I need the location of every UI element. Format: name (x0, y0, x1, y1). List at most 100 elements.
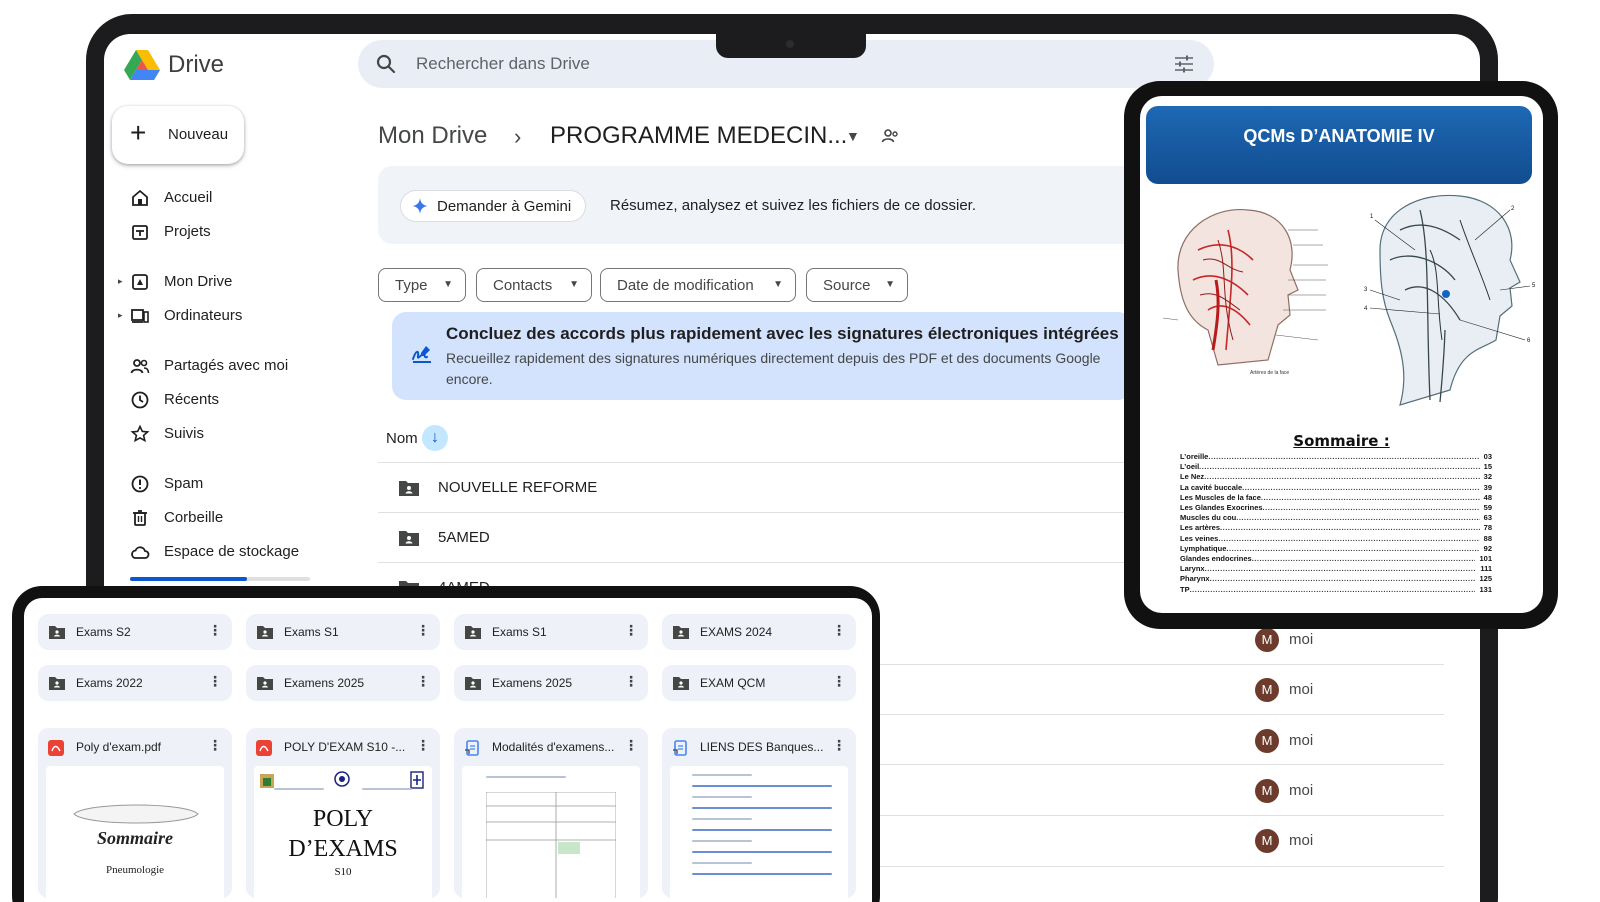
more-options-icon[interactable]: ⋮ (416, 737, 430, 754)
file-name: Modalités d'examens... (492, 740, 615, 754)
folder-name: Examens 2025 (492, 676, 573, 690)
sidebar-item-label: Récents (164, 391, 220, 408)
sort-by-name[interactable]: Nom (386, 430, 418, 447)
chevron-down-icon[interactable]: ▼ (846, 128, 860, 144)
shared-folder-icon[interactable] (880, 126, 900, 146)
toc-entry: Glandes endocrines......................… (1180, 554, 1492, 564)
folder-card[interactable]: Exams S2 ⋮ (38, 614, 232, 650)
more-options-icon[interactable]: ⋮ (208, 737, 222, 754)
toc-entry-name: Glandes endocrines (1180, 554, 1252, 564)
folder-card[interactable]: Exams 2022 ⋮ (38, 665, 232, 701)
camera-dot (786, 40, 794, 48)
folder-card[interactable]: Examens 2025 ⋮ (454, 665, 648, 701)
search-options-icon[interactable] (1172, 52, 1196, 76)
shared-folder-icon (673, 626, 689, 639)
row-divider (876, 815, 1444, 816)
file-card[interactable]: POLY D'EXAM S10 -... ⋮ POLY D’EXAMS S10 (246, 728, 440, 898)
more-options-icon[interactable]: ⋮ (208, 622, 222, 639)
row-divider (876, 664, 1444, 665)
filter-modified-date[interactable]: Date de modification ▼ (600, 268, 796, 302)
sort-direction-icon[interactable]: ↓ (422, 425, 448, 451)
file-row[interactable]: NOUVELLE REFORME (378, 462, 1138, 512)
plus-icon: + (130, 117, 147, 148)
file-card[interactable]: LIENS DES Banques... ⋮ (662, 728, 856, 898)
promo-body: Recueillez rapidement des signatures num… (446, 350, 1101, 387)
toc-entry-name: Les Muscles de la face (1180, 492, 1261, 502)
sidebar-item-computers[interactable]: ▸ Ordinateurs (118, 302, 350, 332)
figure-label: 1 (1370, 214, 1374, 220)
toc-leader-dots: ........................................… (1209, 574, 1476, 584)
toc-entry-page: 03 (1483, 452, 1492, 461)
head-veins-illustration: 1 2 3 4 5 6 (1364, 194, 1536, 406)
folder-card[interactable]: Exams S1 ⋮ (246, 614, 440, 650)
toc-leader-dots: ........................................… (1220, 523, 1480, 533)
toc-entry-page: 39 (1483, 482, 1492, 492)
new-button[interactable]: + Nouveau (112, 106, 244, 164)
toc-entry-name: Pharynx (1180, 574, 1210, 584)
more-options-icon[interactable]: ⋮ (832, 673, 846, 690)
search-input[interactable]: Rechercher dans Drive (416, 54, 590, 74)
gemini-description: Résumez, analysez et suivez les fichiers… (610, 197, 976, 214)
sidebar-item-my-drive[interactable]: ▸ Mon Drive (118, 268, 350, 298)
thumbnail-title: Sommaire (96, 828, 173, 848)
folder-name: Exams S1 (284, 625, 339, 639)
pdf-file-icon (256, 740, 272, 756)
toc-entry-page: 59 (1483, 503, 1492, 513)
more-options-icon[interactable]: ⋮ (416, 673, 430, 690)
ask-gemini-button[interactable]: Demander à Gemini (400, 190, 586, 222)
shared-folder-icon (465, 626, 481, 639)
file-card[interactable]: Poly d'exam.pdf ⋮ Sommaire Pneumologie (38, 728, 232, 898)
sidebar-item-trash[interactable]: Corbeille (120, 504, 350, 534)
expand-arrow-icon[interactable]: ▸ (118, 310, 123, 321)
toc-entry: L’oeil..................................… (1180, 462, 1492, 472)
file-card[interactable]: Modalités d'examens... ⋮ (454, 728, 648, 898)
shared-folder-icon (49, 677, 65, 690)
folder-card[interactable]: Exams S1 ⋮ (454, 614, 648, 650)
more-options-icon[interactable]: ⋮ (624, 622, 638, 639)
toc-entry-name: Le Nez (1180, 472, 1205, 482)
sidebar-item-home[interactable]: Accueil (120, 184, 350, 214)
dropdown-arrow-icon: ▼ (443, 279, 453, 290)
thumbnail-title-line: D’EXAMS (288, 836, 398, 862)
toc-entry-page: 78 (1483, 523, 1492, 533)
toc-entry: L’oreille...............................… (1180, 452, 1492, 462)
sidebar-item-starred[interactable]: Suivis (120, 420, 350, 450)
thumbnail-subtitle: Pneumologie (105, 864, 165, 876)
shared-folder-icon (399, 531, 419, 546)
sidebar-item-storage[interactable]: Espace de stockage (120, 538, 350, 568)
head-arteries-illustration: Artères de la face (1162, 208, 1328, 376)
document-title: QCMs D’ANATOMIE IV (1243, 126, 1435, 146)
more-options-icon[interactable]: ⋮ (832, 622, 846, 639)
sidebar-item-recent[interactable]: Récents (120, 386, 350, 416)
more-options-icon[interactable]: ⋮ (208, 673, 222, 690)
owner-name: moi (1289, 681, 1314, 698)
filter-contacts[interactable]: Contacts ▼ (476, 268, 592, 302)
table-of-contents: L’oreille...............................… (1180, 452, 1492, 595)
file-row[interactable]: 5AMED (378, 512, 1138, 562)
more-options-icon[interactable]: ⋮ (832, 737, 846, 754)
sidebar-item-spam[interactable]: Spam (120, 470, 350, 500)
breadcrumb-current[interactable]: PROGRAMME MEDECIN... (550, 122, 847, 150)
folder-name: Exams S1 (492, 625, 547, 639)
ask-gemini-label: Demander à Gemini (437, 198, 572, 215)
avatar: M (1255, 628, 1279, 652)
expand-arrow-icon[interactable]: ▸ (118, 276, 123, 287)
folder-card[interactable]: Examens 2025 ⋮ (246, 665, 440, 701)
table-preview (486, 792, 616, 898)
more-options-icon[interactable]: ⋮ (416, 622, 430, 639)
shared-folder-icon (257, 626, 273, 639)
folder-name: Examens 2025 (284, 676, 365, 690)
folder-card[interactable]: EXAM QCM ⋮ (662, 665, 856, 701)
filter-source[interactable]: Source ▼ (806, 268, 908, 302)
more-options-icon[interactable]: ⋮ (624, 673, 638, 690)
sidebar-item-shared[interactable]: Partagés avec moi (120, 352, 350, 382)
filter-type[interactable]: Type ▼ (378, 268, 466, 302)
search-icon[interactable] (374, 52, 398, 76)
owner-name: moi (1289, 782, 1314, 799)
toc-entry: Pharynx.................................… (1180, 574, 1492, 584)
folder-card[interactable]: EXAMS 2024 ⋮ (662, 614, 856, 650)
sidebar-item-projects[interactable]: Projets (120, 218, 350, 248)
more-options-icon[interactable]: ⋮ (624, 737, 638, 754)
breadcrumb-root[interactable]: Mon Drive (378, 122, 487, 150)
toc-entry-page: 92 (1483, 543, 1492, 553)
